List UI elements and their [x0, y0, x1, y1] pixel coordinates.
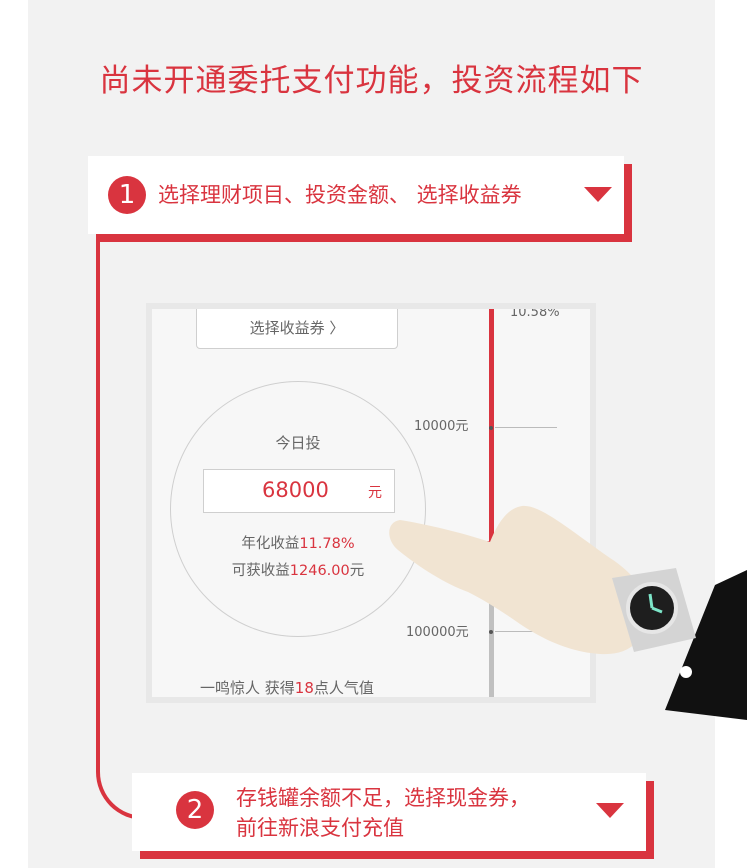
chevron-down-icon[interactable]: [596, 803, 624, 818]
amount-unit: 元: [368, 485, 382, 501]
select-coupon-button[interactable]: 选择收益券 〉: [196, 309, 398, 349]
earnings-unit: 元: [349, 563, 365, 579]
popularity-tip: 一鸣惊人 获得18点人气值: [200, 677, 374, 697]
tip-prefix: 一鸣惊人 获得: [200, 679, 295, 697]
tip-points: 18: [294, 679, 314, 697]
step-1-text: 选择理财项目、投资金额、 选择收益券: [158, 183, 522, 207]
scale-tick-1: [495, 427, 557, 428]
earnings-value: 1246.00: [289, 563, 350, 579]
step-2-text-line-2: 前往新浪支付充值: [236, 816, 404, 840]
tip-suffix: 点人气值: [313, 679, 374, 697]
scale-dot-1: [489, 426, 493, 430]
step-2-text-line-1: 存钱罐余额不足，选择现金券，: [236, 786, 530, 810]
earnings-label: 可获收益: [231, 563, 290, 579]
step-2-number: 2: [176, 791, 214, 829]
step-1-number: 1: [108, 176, 146, 214]
step-2-text: 存钱罐余额不足，选择现金券， 前往新浪支付充值: [236, 783, 530, 843]
step-2-card[interactable]: 2 存钱罐余额不足，选择现金券， 前往新浪支付充值: [132, 773, 646, 851]
scale-label-1: 10000元: [414, 419, 469, 434]
pointing-hand-illustration: [389, 505, 747, 720]
page-title: 尚未开通委托支付功能，投资流程如下: [99, 63, 644, 99]
annual-rate-label: 年化收益: [241, 536, 300, 552]
chevron-down-icon[interactable]: [584, 187, 612, 202]
step-1-card[interactable]: 1 选择理财项目、投资金额、 选择收益券: [88, 156, 624, 234]
amount-value: 68000: [262, 478, 329, 502]
amount-input[interactable]: 68000 元: [203, 469, 395, 513]
today-invest-label: 今日投: [275, 434, 321, 452]
scale-top-label: 10.58%: [510, 309, 560, 320]
annual-rate-value: 11.78%: [299, 536, 355, 552]
